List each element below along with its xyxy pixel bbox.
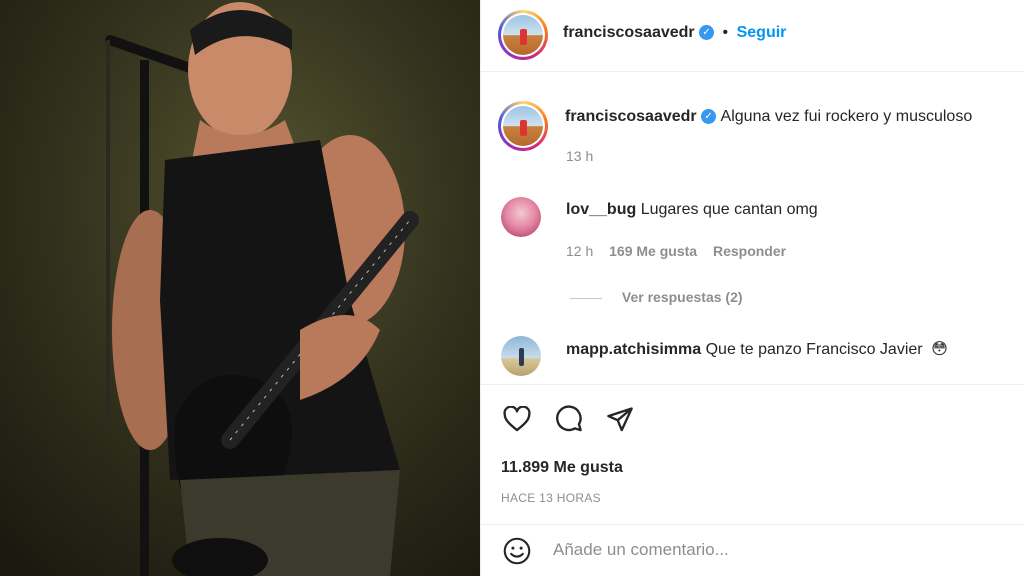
commenter-avatar[interactable]	[501, 197, 541, 237]
header-author-line: franciscosaavedr ✓ • Seguir	[563, 24, 786, 42]
caption-time[interactable]: 13 h	[566, 148, 593, 164]
caption-text: Alguna vez fui rockero y musculoso	[720, 108, 973, 125]
header-username[interactable]: franciscosaavedr	[563, 24, 695, 41]
author-avatar[interactable]	[498, 10, 548, 60]
concert-photo	[0, 0, 480, 576]
comment-icon[interactable]	[553, 403, 585, 435]
verified-badge-icon: ✓	[699, 25, 715, 41]
share-icon[interactable]	[604, 403, 636, 435]
comment-text: Que te panzo Francisco Javier	[705, 341, 923, 358]
comment-text: Lugares que cantan omg	[640, 201, 818, 218]
reply-button[interactable]: Responder	[713, 243, 786, 259]
comment-item: lov__bug Lugares que cantan omg	[566, 201, 818, 219]
emoji-icon[interactable]	[501, 535, 533, 567]
follow-button[interactable]: Seguir	[737, 24, 787, 41]
heart-icon[interactable]	[501, 403, 533, 435]
post-timestamp[interactable]: HACE 13 HORAS	[501, 491, 601, 505]
instagram-post-viewer: franciscosaavedr ✓ • Seguir franciscosaa…	[0, 0, 1024, 576]
comment-likes[interactable]: 169 Me gusta	[609, 243, 697, 259]
comment-time[interactable]: 12 h	[566, 243, 593, 259]
add-comment-input[interactable]	[553, 537, 993, 563]
comment-username[interactable]: lov__bug	[566, 201, 636, 218]
post-header: franciscosaavedr ✓ • Seguir	[481, 0, 1024, 72]
replies-divider	[570, 297, 602, 299]
view-replies-label: Ver respuestas (2)	[621, 289, 743, 305]
comment-username[interactable]: mapp.atchisimma	[566, 341, 701, 358]
view-replies-button[interactable]: Ver respuestas (2)	[570, 289, 743, 305]
post-photo[interactable]	[0, 0, 480, 576]
comment-item: mapp.atchisimma Que te panzo Francisco J…	[566, 339, 948, 359]
flushed-face-icon: 😳	[931, 341, 948, 358]
caption: franciscosaavedr ✓ Alguna vez fui rocker…	[565, 108, 972, 126]
verified-badge-icon: ✓	[701, 109, 717, 125]
add-comment-bar	[481, 524, 1024, 576]
caption-username[interactable]: franciscosaavedr	[565, 108, 697, 125]
commenter-avatar[interactable]	[501, 336, 541, 376]
caption-avatar[interactable]	[498, 101, 548, 151]
header-separator: •	[722, 24, 729, 41]
comment-meta: 12 h 169 Me gusta Responder	[566, 243, 786, 259]
post-actions: 11.899 Me gusta HACE 13 HORAS	[481, 384, 1024, 524]
post-side-panel: franciscosaavedr ✓ • Seguir franciscosaa…	[480, 0, 1024, 576]
like-count[interactable]: 11.899 Me gusta	[501, 459, 623, 477]
